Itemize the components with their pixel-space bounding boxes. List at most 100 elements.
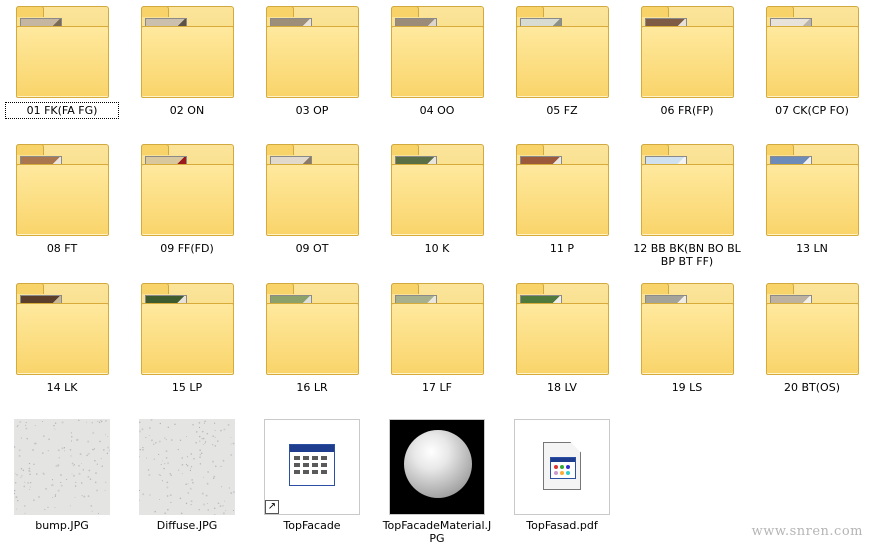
folder-front [641, 26, 734, 98]
folder-label: 09 OT [295, 242, 329, 255]
folder-item[interactable]: 03 OP [257, 4, 367, 134]
folder-front [16, 164, 109, 236]
pdf-document-icon [543, 442, 581, 490]
watermark-text: www.snren.com [751, 524, 863, 539]
render-preview-thumbnail [390, 420, 484, 514]
folder-item[interactable]: 19 LS [632, 281, 742, 411]
folder-item[interactable]: 09 FF(FD) [132, 142, 242, 272]
folder-item[interactable]: 20 BT(OS) [757, 281, 867, 411]
folder-item[interactable]: 04 OO [382, 4, 492, 134]
folder-front [391, 303, 484, 375]
folder-label: 14 LK [46, 381, 78, 394]
folder-front [266, 164, 359, 236]
folder-label: 05 FZ [546, 104, 578, 117]
file-thumbnail: ↗ [264, 419, 360, 515]
folder-label: 12 BB BK(BN BO BL BP BT FF) [633, 242, 741, 268]
folder-front [266, 26, 359, 98]
folder-item[interactable]: 10 K [382, 142, 492, 272]
folder-label: 04 OO [419, 104, 455, 117]
folder-tab [16, 6, 44, 17]
folder-item[interactable]: 15 LP [132, 281, 242, 411]
folder-item[interactable]: 18 LV [507, 281, 617, 411]
folder-icon [14, 4, 110, 100]
folder-tab [16, 144, 44, 155]
sphere-preview [404, 430, 472, 498]
folder-label: 17 LF [422, 381, 452, 394]
folder-label: 16 LR [296, 381, 328, 394]
folder-front [766, 303, 859, 375]
folder-label: 18 LV [547, 381, 577, 394]
folder-front [141, 26, 234, 98]
file-item[interactable]: TopFacadeMaterial.JPG [382, 419, 492, 549]
folder-label: 11 P [549, 242, 575, 255]
folder-tab [641, 144, 669, 155]
folder-item[interactable]: 07 CK(CP FO) [757, 4, 867, 134]
folder-front [766, 26, 859, 98]
folder-tab [766, 283, 794, 294]
folder-icon [639, 281, 735, 377]
folder-item[interactable]: 06 FR(FP) [632, 4, 742, 134]
folder-tab [766, 144, 794, 155]
folder-tab [141, 144, 169, 155]
folder-label: 08 FT [46, 242, 78, 255]
texture-thumbnail [139, 419, 235, 515]
folder-label: 20 BT(OS) [784, 381, 840, 394]
folder-item[interactable]: 13 LN [757, 142, 867, 272]
file-item[interactable]: bump.JPG [7, 419, 117, 549]
folder-icon [764, 4, 860, 100]
folder-item[interactable]: 08 FT [7, 142, 117, 272]
file-item[interactable]: Diffuse.JPG [132, 419, 242, 549]
folder-tab [141, 283, 169, 294]
folder-tab [516, 6, 544, 17]
folder-label: 15 LP [171, 381, 203, 394]
folder-item[interactable]: 16 LR [257, 281, 367, 411]
texture-thumbnail [14, 419, 110, 515]
folder-item[interactable]: 01 FK(FA FG) [5, 4, 119, 134]
folder-icon [264, 281, 360, 377]
folder-tab [516, 283, 544, 294]
folder-front [16, 303, 109, 375]
file-thumbnail [389, 419, 485, 515]
folder-item[interactable]: 05 FZ [507, 4, 617, 134]
shortcut-arrow-icon: ↗ [265, 500, 279, 514]
folder-item[interactable]: 02 ON [132, 4, 242, 134]
folder-front [391, 164, 484, 236]
folder-icon [264, 4, 360, 100]
folder-tab [516, 144, 544, 155]
folder-icon [139, 4, 235, 100]
folder-front [141, 164, 234, 236]
folder-icon [639, 142, 735, 238]
folder-icon [389, 281, 485, 377]
file-item[interactable]: TopFasad.pdf [507, 419, 617, 549]
folder-front [641, 303, 734, 375]
folder-tab [641, 6, 669, 17]
folder-icon [14, 281, 110, 377]
file-item[interactable]: ↗ TopFacade [257, 419, 367, 549]
folder-tab [141, 6, 169, 17]
folder-item[interactable]: 11 P [507, 142, 617, 272]
folder-label: 01 FK(FA FG) [5, 102, 119, 119]
application-window-icon [289, 444, 335, 486]
folder-icon [389, 4, 485, 100]
folder-label: 19 LS [671, 381, 703, 394]
folder-tab [391, 144, 419, 155]
folder-icon [764, 142, 860, 238]
folder-icon [514, 4, 610, 100]
file-label: Diffuse.JPG [156, 519, 218, 532]
file-label: bump.JPG [35, 519, 89, 532]
folder-label: 02 ON [169, 104, 205, 117]
folder-tab [766, 6, 794, 17]
file-label: TopFacadeMaterial.JPG [382, 519, 492, 545]
folder-item[interactable]: 17 LF [382, 281, 492, 411]
folder-tab [391, 6, 419, 17]
folder-tab [266, 283, 294, 294]
folder-label: 03 OP [295, 104, 329, 117]
folder-front [516, 303, 609, 375]
folder-tab [16, 283, 44, 294]
folder-icon [764, 281, 860, 377]
folder-icon [264, 142, 360, 238]
folder-item[interactable]: 12 BB BK(BN BO BL BP BT FF) [632, 142, 742, 272]
folder-item[interactable]: 14 LK [7, 281, 117, 411]
folder-item[interactable]: 09 OT [257, 142, 367, 272]
folder-label: 10 K [424, 242, 450, 255]
